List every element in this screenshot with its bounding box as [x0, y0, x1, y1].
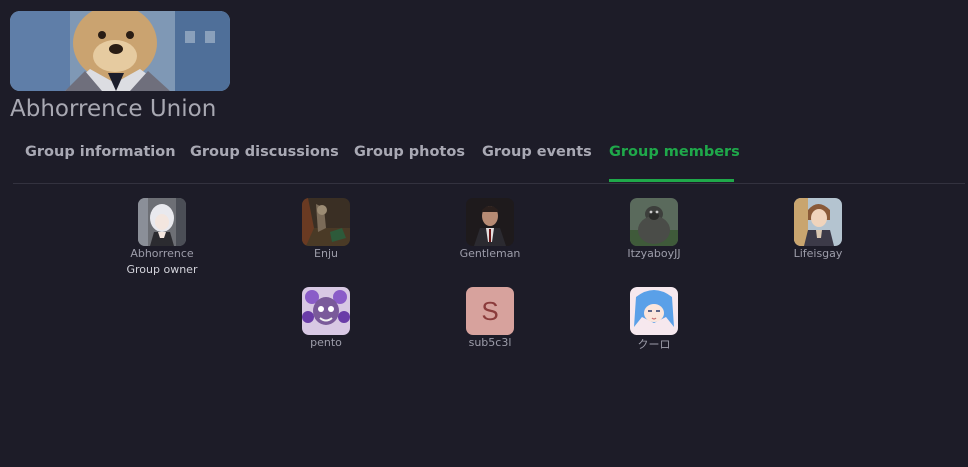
- member-avatar[interactable]: [630, 198, 678, 246]
- tab-group-information[interactable]: Group information: [25, 144, 176, 160]
- member-card-gentleman[interactable]: Gentleman: [435, 198, 545, 260]
- group-banner-image: [10, 11, 230, 91]
- member-card-sub5c3l[interactable]: S sub5c3l: [435, 287, 545, 349]
- member-card-pento[interactable]: pento: [271, 287, 381, 349]
- tab-group-photos[interactable]: Group photos: [354, 144, 465, 160]
- member-name[interactable]: Lifeisgay: [763, 247, 873, 260]
- member-card-lifeisgay[interactable]: Lifeisgay: [763, 198, 873, 260]
- member-role-badge: Group owner: [126, 263, 198, 276]
- member-name[interactable]: Gentleman: [435, 247, 545, 260]
- letter-avatar[interactable]: S: [466, 287, 514, 335]
- tab-group-discussions[interactable]: Group discussions: [190, 144, 339, 160]
- member-name[interactable]: pento: [271, 336, 381, 349]
- member-card-abhorrence[interactable]: Abhorrence Group owner: [107, 198, 217, 276]
- member-avatar[interactable]: [466, 198, 514, 246]
- member-avatar[interactable]: [794, 198, 842, 246]
- member-name[interactable]: ItzyaboyJJ: [599, 247, 709, 260]
- group-title: Abhorrence Union: [10, 96, 217, 122]
- member-avatar[interactable]: [630, 287, 678, 335]
- member-card-itzyaboyjj[interactable]: ItzyaboyJJ: [599, 198, 709, 260]
- member-name[interactable]: クーロ: [599, 336, 709, 352]
- member-name[interactable]: sub5c3l: [435, 336, 545, 349]
- active-tab-indicator: [609, 179, 734, 182]
- tab-group-members[interactable]: Group members: [609, 144, 740, 160]
- member-name[interactable]: Enju: [271, 247, 381, 260]
- member-avatar[interactable]: [302, 198, 350, 246]
- member-name[interactable]: Abhorrence: [107, 247, 217, 260]
- group-page: Abhorrence Union Group information Group…: [0, 0, 968, 467]
- member-avatar[interactable]: [138, 198, 186, 246]
- member-card-kuro[interactable]: クーロ: [599, 287, 709, 352]
- group-tabs: Group information Group discussions Grou…: [13, 140, 965, 184]
- tab-group-events[interactable]: Group events: [482, 144, 592, 160]
- member-avatar[interactable]: [302, 287, 350, 335]
- member-card-enju[interactable]: Enju: [271, 198, 381, 260]
